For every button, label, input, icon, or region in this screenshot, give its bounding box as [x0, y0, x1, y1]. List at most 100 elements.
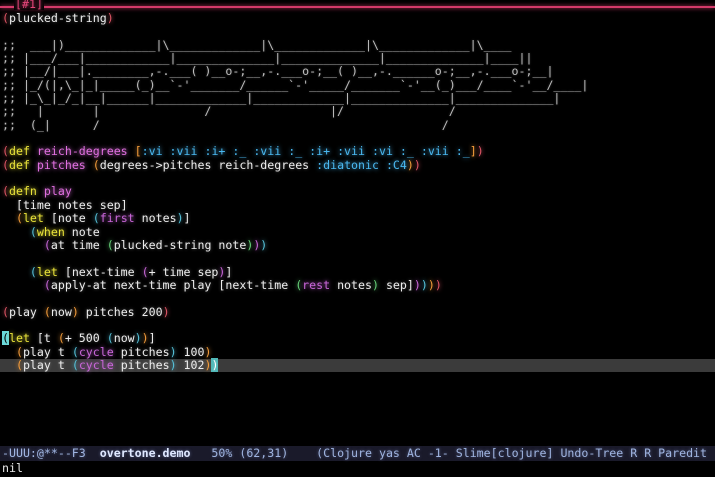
code-token: ;; | | / |/ /: [2, 104, 456, 119]
code-token: rest: [302, 277, 331, 292]
code-token: ;; |_\_|_/_|__|______|_____________|____…: [2, 91, 561, 106]
code-token: reich-degrees: [36, 144, 128, 159]
code-token: ]: [148, 331, 156, 346]
code-line[interactable]: (when note: [0, 224, 715, 239]
code-token: (: [141, 264, 149, 279]
code-token: ): [71, 304, 79, 319]
code-token: pitches: [36, 157, 86, 172]
code-token: ): [476, 144, 484, 159]
code-token: :vi :vii :i+ :_ :vii :_ :i+ :vii :vi :_ …: [141, 144, 470, 159]
minibuffer[interactable]: nil: [0, 461, 715, 475]
code-token: play t: [22, 344, 72, 359]
code-token: ): [406, 157, 414, 172]
code-token: first: [99, 211, 135, 226]
code-token: ;; ___|)_____________|\_____________|\__…: [2, 37, 512, 52]
code-token: ): [141, 331, 149, 346]
code-token: plucked-string: [8, 12, 107, 25]
code-token: note: [64, 224, 100, 239]
code-line[interactable]: [0, 172, 715, 185]
code-token: (: [29, 224, 37, 239]
editor-buffer[interactable]: (plucked-string) ;; ___|)_____________|\…: [0, 12, 715, 445]
code-token: now: [113, 331, 135, 346]
code-line[interactable]: (at time (plucked-string note))): [0, 237, 715, 252]
code-token: (: [43, 277, 51, 292]
code-token: + 500: [64, 331, 107, 346]
code-line[interactable]: (let [note (first notes)]: [0, 211, 715, 226]
code-line[interactable]: (defn play: [0, 185, 715, 198]
code-token: sep]: [378, 277, 414, 292]
code-token: notes: [330, 277, 372, 292]
code-token: ): [176, 211, 184, 226]
code-line[interactable]: (let [next-time (+ time sep)]: [0, 264, 715, 279]
code-token: cycle: [78, 357, 114, 372]
code-line[interactable]: (play (now) pitches 200): [0, 304, 715, 319]
code-line[interactable]: [0, 292, 715, 305]
code-token: ): [427, 277, 435, 292]
modeline-buffer-name[interactable]: overtone.demo: [100, 446, 191, 460]
code-line[interactable]: (let [t (+ 500 (now))]: [0, 331, 715, 346]
code-line[interactable]: ;; | | / |/ /: [0, 105, 715, 118]
code-token: ): [162, 304, 170, 319]
code-token: ;; |___/___|____________|______________|…: [2, 51, 533, 66]
current-code-line[interactable]: (play t (cycle pitches) 102)): [0, 357, 715, 373]
code-token: ): [420, 277, 428, 292]
code-token: 102: [176, 357, 205, 372]
code-token: notes: [134, 211, 177, 226]
code-line[interactable]: [0, 25, 715, 38]
code-token: [: [134, 144, 142, 159]
code-line[interactable]: (def pitches (degrees->pitches reich-deg…: [0, 157, 715, 172]
code-token: pitches: [113, 344, 170, 359]
code-token: ]: [225, 264, 233, 279]
code-token: (: [106, 237, 114, 252]
code-token: ]: [183, 211, 191, 226]
code-token: (: [106, 331, 114, 346]
modeline-status: -UUU:@**--F3: [2, 446, 100, 460]
code-token: (: [2, 157, 9, 172]
code-token: (: [2, 12, 9, 25]
window-divider-line: [0, 6, 715, 8]
code-token: ;; |_/(|,\_|_|_____(_)__`-'_______/_____…: [2, 77, 589, 92]
code-token: (: [71, 357, 79, 372]
text-cursor: (: [2, 331, 9, 346]
code-token: let: [8, 331, 30, 346]
code-token: (: [29, 264, 37, 279]
code-token: at time: [50, 237, 107, 252]
code-line[interactable]: ;; |__/|___|.________,-.___( )__o-;__,-.…: [0, 65, 715, 78]
code-token: play t: [22, 357, 72, 372]
code-line[interactable]: [0, 252, 715, 265]
code-token: ): [204, 344, 212, 359]
code-token: cycle: [78, 344, 114, 359]
code-token: ): [169, 357, 177, 372]
code-line[interactable]: (play t (cycle pitches) 100): [0, 344, 715, 359]
code-line[interactable]: (plucked-string): [0, 12, 715, 25]
code-token: now: [50, 304, 72, 319]
code-token: [note: [43, 211, 93, 226]
code-token: defn: [8, 184, 37, 199]
code-token: ): [169, 344, 177, 359]
code-line[interactable]: (apply-at next-time play [next-time (res…: [0, 277, 715, 292]
code-token: when: [36, 224, 65, 239]
mode-line: -UUU:@**--F3 overtone.demo 50% (62,31) (…: [0, 446, 715, 461]
code-token: (: [15, 211, 23, 226]
code-token: ): [413, 157, 421, 172]
code-token: (: [92, 211, 100, 226]
code-token: play: [43, 184, 72, 199]
modeline-modes[interactable]: (Clojure yas AC -1- Slime[clojure] Undo-…: [288, 446, 707, 460]
code-token: ;; (_| / /: [2, 117, 449, 132]
code-line[interactable]: ;; (_| / /: [0, 117, 715, 132]
code-token: def: [8, 144, 30, 159]
code-line[interactable]: (def reich-degrees [:vi :vii :i+ :_ :vii…: [0, 145, 715, 158]
code-token: plucked-string note: [113, 237, 247, 252]
code-token: (: [15, 357, 23, 372]
minibuffer-output: nil: [2, 461, 23, 475]
code-token: ): [371, 277, 379, 292]
code-token: (: [92, 157, 100, 172]
